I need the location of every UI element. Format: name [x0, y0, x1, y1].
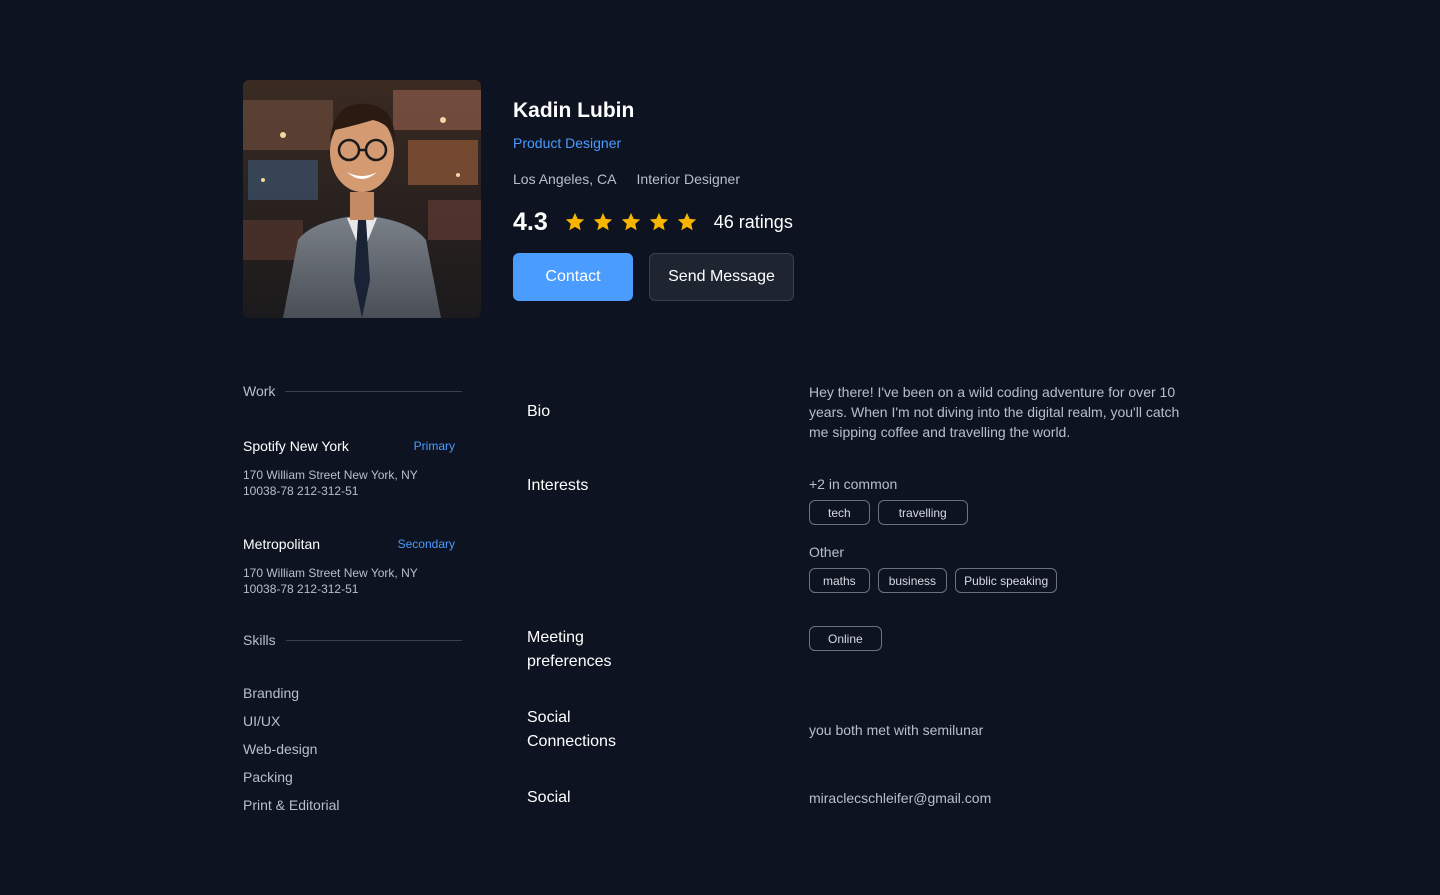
profile-location: Los Angeles, CA [513, 171, 617, 187]
interests-other-label: Other [809, 544, 845, 560]
work-name: Metropolitan [243, 536, 321, 552]
interest-chip[interactable]: tech [809, 500, 870, 525]
work-section-heading: Work [243, 383, 462, 399]
social-label: Social [527, 789, 571, 806]
interest-chip[interactable]: business [877, 568, 948, 593]
social-connections-text: you both met with semilunar [809, 722, 984, 738]
star-icon [649, 212, 668, 231]
skill-item: Web-design [243, 741, 318, 757]
avatar [243, 80, 481, 318]
divider [285, 390, 462, 392]
meeting-label-line: Meeting [527, 629, 584, 646]
work-heading: Work [243, 383, 276, 399]
skills-heading: Skills [243, 632, 276, 648]
interest-chip[interactable]: Public speaking [955, 568, 1058, 593]
contact-button[interactable]: Contact [513, 253, 633, 301]
bio-text: Hey there! I've been on a wild coding ad… [809, 384, 1180, 440]
skills-list: Branding UI/UX Web-design Packing Print … [243, 684, 339, 824]
star-icon [565, 212, 584, 231]
social-connections-label-line: Connections [527, 733, 616, 750]
work-name: Spotify New York [243, 438, 349, 454]
profile-role[interactable]: Product Designer [513, 135, 621, 151]
work-badge-secondary: Secondary [397, 537, 455, 551]
work-item[interactable]: Metropolitan Secondary 170 William Stree… [243, 536, 455, 597]
common-interests: tech travelling [809, 500, 968, 525]
interest-chip[interactable]: maths [809, 568, 870, 593]
profile-photo [243, 80, 481, 318]
meeting-chip-online[interactable]: Online [809, 626, 882, 651]
work-address: 170 William Street New York, NY 10038-78… [243, 468, 418, 498]
other-interests: maths business Public speaking [809, 568, 1058, 593]
social-email[interactable]: miraclecschleifer@gmail.com [809, 788, 991, 808]
social-connections-label: Social Connections [527, 706, 616, 754]
send-message-button[interactable]: Send Message [649, 253, 794, 301]
social-connections-label-line: Social [527, 709, 571, 726]
divider [285, 639, 462, 641]
profile-meta: Los Angeles, CA Interior Designer [513, 171, 740, 187]
skill-item: Packing [243, 769, 293, 785]
star-icon [677, 212, 696, 231]
rating-count: 46 ratings [713, 211, 793, 232]
interests-label: Interests [527, 477, 589, 494]
skill-item: Print & Editorial [243, 797, 340, 813]
skill-item: Branding [243, 685, 300, 701]
meeting-preferences-label: Meeting preferences [527, 626, 612, 674]
bio-label: Bio [527, 403, 551, 420]
rating-stars [564, 211, 698, 233]
skills-section-heading: Skills [243, 632, 462, 648]
rating-row: 4.3 46 ratings [513, 207, 793, 237]
star-icon [593, 212, 612, 231]
rating-value: 4.3 [513, 207, 548, 236]
profile-secondary-role: Interior Designer [636, 171, 741, 187]
meeting-options: Online [809, 626, 882, 651]
interest-chip[interactable]: travelling [877, 500, 968, 525]
work-badge-primary: Primary [413, 439, 455, 453]
profile-name: Kadin Lubin [513, 99, 635, 122]
skill-item: UI/UX [243, 713, 281, 729]
meeting-label-line: preferences [527, 653, 612, 670]
interests-common-label: +2 in common [809, 476, 898, 492]
work-item[interactable]: Spotify New York Primary 170 William Str… [243, 438, 455, 499]
star-icon [621, 212, 640, 231]
work-address: 170 William Street New York, NY 10038-78… [243, 566, 418, 596]
